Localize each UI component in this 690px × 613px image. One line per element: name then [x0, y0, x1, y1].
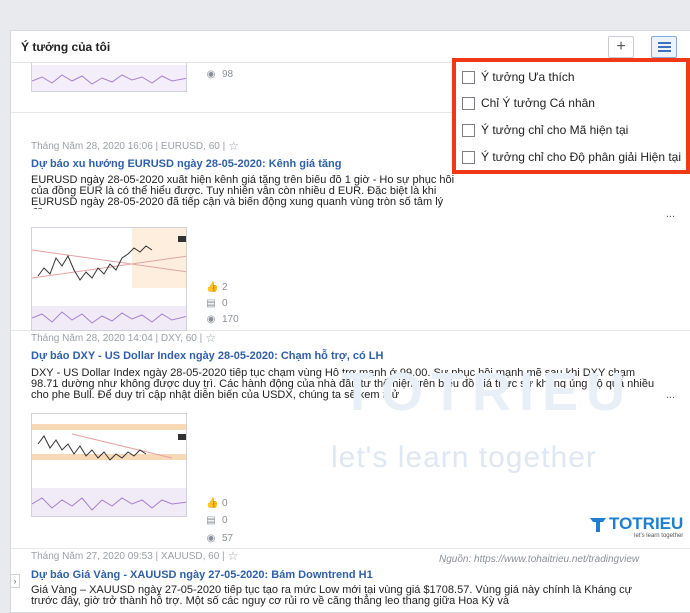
- idea-title[interactable]: Dự báo Giá Vàng - XAUUSD ngày 27-05-2020…: [31, 569, 373, 581]
- filter-current-symbol[interactable]: Ý tưởng chỉ cho Mã hiện tại: [462, 123, 628, 137]
- eye-icon: ◉: [206, 314, 216, 325]
- eye-icon: ◉: [206, 533, 216, 544]
- idea-description: Giá Vàng – XAUUSD ngày 27-05-2020 tiếp t…: [31, 585, 633, 607]
- expand-panel-button[interactable]: ›: [10, 574, 20, 588]
- checkbox[interactable]: [462, 70, 475, 84]
- watermark-slogan: let's learn together: [331, 441, 597, 474]
- filter-menu-button[interactable]: [651, 36, 677, 58]
- checkbox[interactable]: [462, 96, 475, 110]
- idea-meta: Tháng Năm 28, 2020 16:06 | EURUSD, 60 | ☆: [31, 139, 239, 153]
- views-stat: ◉ 170: [206, 314, 239, 325]
- thumbs-up-icon: 👍: [206, 282, 219, 293]
- idea-thumbnail[interactable]: [31, 413, 187, 517]
- checkbox[interactable]: [462, 123, 475, 137]
- plus-icon: +: [616, 38, 626, 55]
- star-icon[interactable]: ☆: [205, 331, 216, 345]
- chevron-right-icon: ›: [13, 576, 17, 586]
- comments-stat[interactable]: ▤ 0: [206, 515, 227, 526]
- comment-icon: ▤: [206, 298, 216, 309]
- idea-title[interactable]: Dự báo xu hướng EURUSD ngày 28-05-2020: …: [31, 158, 341, 170]
- filter-private-ideas[interactable]: Chỉ Ý tưởng Cá nhân: [462, 96, 595, 110]
- more-indicator[interactable]: ...: [666, 208, 675, 220]
- likes-stat[interactable]: 👍 2: [206, 282, 228, 293]
- eye-icon: ◉: [206, 69, 216, 80]
- idea-meta: Tháng Năm 28, 2020 14:04 | DXY, 60 | ☆: [31, 331, 217, 345]
- source-caption: Nguồn: https://www.tohaitrieu.net/tradin…: [439, 554, 640, 565]
- logo-slogan: let's learn together: [634, 533, 684, 539]
- checkbox[interactable]: [462, 150, 475, 164]
- add-idea-button[interactable]: +: [608, 36, 634, 58]
- views-stat: ◉ 98: [206, 69, 234, 80]
- comment-icon: ▤: [206, 515, 216, 526]
- star-icon[interactable]: ☆: [228, 139, 239, 153]
- idea-description: EURUSD ngày 28-05-2020 xuất hiện kênh gi…: [31, 175, 455, 209]
- watermark-logo: TOTRIEU: [341, 362, 634, 422]
- list-icon: [658, 42, 671, 53]
- idea-thumbnail[interactable]: [31, 227, 187, 331]
- logo-text: TOTRIEU: [609, 514, 684, 533]
- likes-stat[interactable]: 👍 0: [206, 498, 228, 509]
- panel-title: Ý tưởng của tôi: [21, 40, 111, 54]
- star-icon[interactable]: ☆: [228, 549, 239, 563]
- comments-stat[interactable]: ▤ 0: [206, 298, 227, 309]
- thumbs-up-icon: 👍: [206, 498, 219, 509]
- brand-logo: TOTRIEU let's learn together: [589, 515, 683, 539]
- filter-menu: Ý tưởng Ưa thích Chỉ Ý tưởng Cá nhân Ý t…: [452, 58, 690, 174]
- idea-meta: Tháng Năm 27, 2020 09:53 | XAUUSD, 60 | ☆: [31, 549, 239, 563]
- more-indicator[interactable]: ...: [666, 389, 675, 401]
- filter-favorite-ideas[interactable]: Ý tưởng Ưa thích: [462, 70, 575, 84]
- filter-current-resolution[interactable]: Ý tưởng chỉ cho Độ phân giải Hiện tại: [462, 150, 681, 164]
- t-logo-icon: [589, 515, 607, 538]
- idea-title[interactable]: Dự báo DXY - US Dollar Index ngày 28-05-…: [31, 350, 383, 362]
- views-stat: ◉ 57: [206, 533, 234, 544]
